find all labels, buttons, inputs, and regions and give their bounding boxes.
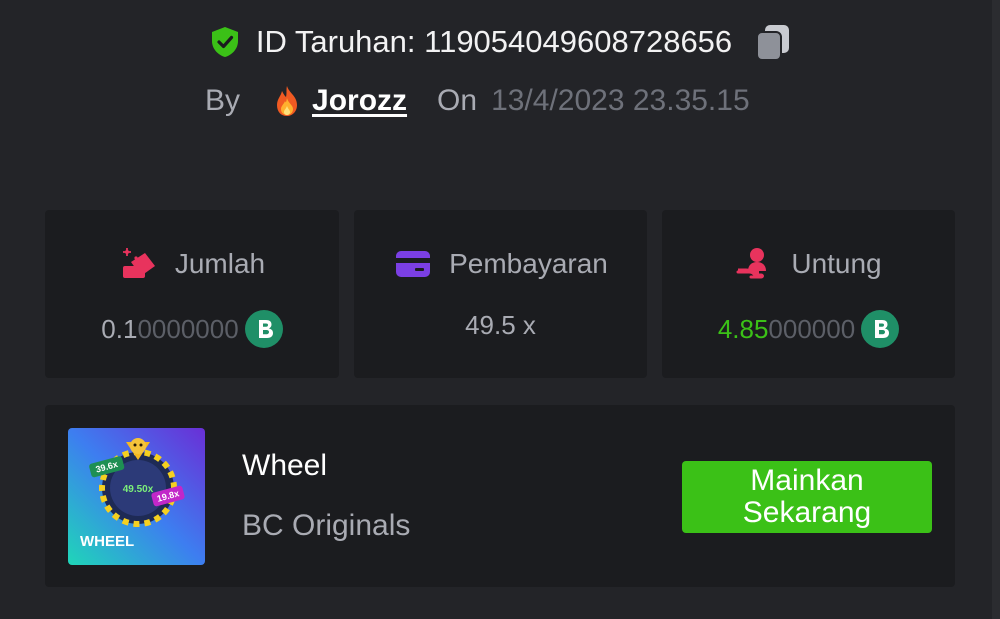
stat-value: 0.10000000 — [101, 313, 239, 344]
game-name[interactable]: Wheel — [242, 449, 327, 483]
by-label: By — [205, 84, 241, 117]
verified-shield-icon — [211, 27, 238, 57]
bc-coin-icon — [244, 310, 283, 348]
card-icon — [396, 251, 431, 277]
stat-value: 49.5 x — [465, 310, 536, 340]
profit-icon — [736, 248, 767, 279]
stat-label: Jumlah — [174, 248, 266, 279]
copy-icon[interactable] — [754, 22, 792, 62]
game-provider: BC Originals — [242, 509, 411, 542]
stat-card-payout: Pembayaran 49.5 x — [354, 210, 647, 378]
bet-author-row: By Jorozz On 13/4/2023 23.35.15 — [205, 84, 750, 118]
on-label: On — [437, 84, 478, 117]
bet-id-row: ID Taruhan: 119054049608728656 — [0, 22, 1000, 62]
stat-card-amount: Jumlah 0.10000000 — [45, 210, 339, 378]
game-thumbnail[interactable]: 49.50x 39.6x 19.8x WHEEL — [68, 428, 205, 565]
bet-id-text: ID Taruhan: 119054049608728656 — [255, 24, 733, 59]
stat-label: Untung — [791, 248, 882, 279]
scroll-edge — [992, 0, 1000, 619]
bc-coin-icon — [861, 310, 900, 348]
play-now-button[interactable]: Mainkan Sekarang — [682, 461, 932, 533]
svg-text:WHEEL: WHEEL — [80, 533, 134, 550]
amount-icon — [122, 248, 155, 278]
stat-value: 4.85000000 — [717, 313, 856, 344]
game-card: 49.50x 39.6x 19.8x WHEEL Wheel BC Origin… — [45, 405, 955, 587]
username-link[interactable]: Jorozz — [270, 84, 407, 118]
username[interactable]: Jorozz — [312, 84, 407, 118]
svg-text:49.50x: 49.50x — [123, 484, 154, 495]
bet-date: 13/4/2023 23.35.15 — [491, 84, 750, 117]
stat-label: Pembayaran — [449, 248, 608, 279]
stat-card-profit: Untung 4.85000000 — [662, 210, 955, 378]
flame-icon — [277, 86, 298, 116]
